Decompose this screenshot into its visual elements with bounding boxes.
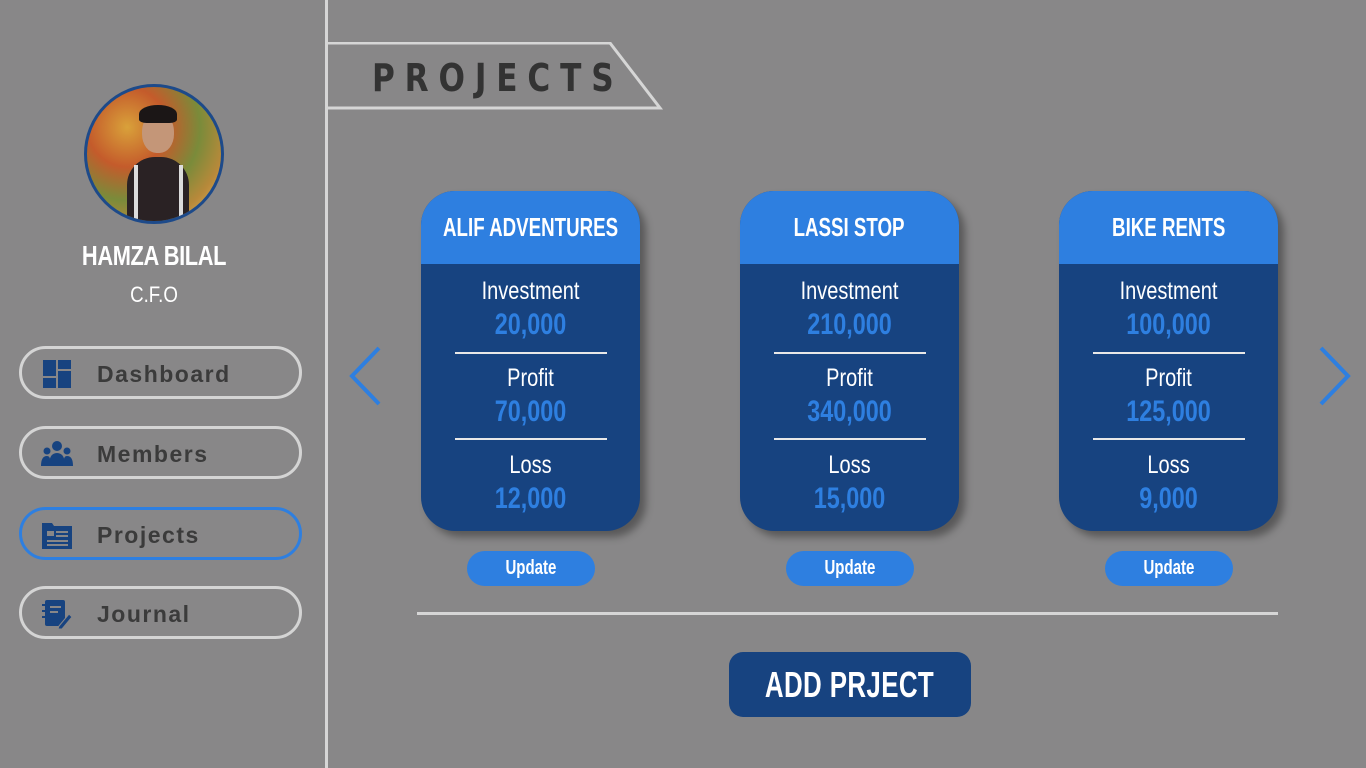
card-divider <box>774 438 926 440</box>
prev-arrow-icon[interactable] <box>348 345 382 407</box>
investment-label: Investment <box>800 277 899 305</box>
project-card: LASSI STOP Investment 210,000 Profit 340… <box>740 191 959 531</box>
next-arrow-icon[interactable] <box>1318 345 1352 407</box>
add-project-button[interactable]: ADD PRJECT <box>729 652 971 717</box>
sidebar-item-projects[interactable]: Projects <box>19 507 302 560</box>
update-button-label: Update <box>505 557 557 579</box>
update-button[interactable]: Update <box>786 551 914 586</box>
sidebar-item-members[interactable]: Members <box>19 426 302 479</box>
profit-label: Profit <box>507 364 554 392</box>
add-project-label: ADD PRJECT <box>765 663 935 705</box>
update-button[interactable]: Update <box>1105 551 1233 586</box>
sidebar-item-label: Members <box>97 441 209 467</box>
avatar-hair <box>139 105 177 123</box>
card-divider <box>455 438 607 440</box>
profit-label: Profit <box>826 364 873 392</box>
loss-value: 9,000 <box>1139 482 1198 515</box>
projects-icon <box>42 523 72 549</box>
loss-label: Loss <box>828 451 871 479</box>
investment-label: Investment <box>481 277 580 305</box>
sidebar-item-label: Journal <box>97 601 191 627</box>
profit-value: 70,000 <box>494 395 567 428</box>
card-divider <box>774 352 926 354</box>
avatar-strap <box>134 165 138 221</box>
card-divider <box>1093 438 1245 440</box>
project-card-header: LASSI STOP <box>740 191 959 264</box>
page-title: PROJECTS <box>372 56 624 100</box>
profit-label: Profit <box>1145 364 1192 392</box>
project-name: ALIF ADVENTURES <box>442 212 619 242</box>
sidebar-divider <box>325 0 328 768</box>
divider <box>417 612 1278 615</box>
project-card-header: ALIF ADVENTURES <box>421 191 640 264</box>
members-icon <box>41 441 73 466</box>
sidebar-item-label: Dashboard <box>97 361 231 387</box>
profit-value: 340,000 <box>807 395 892 428</box>
investment-value: 20,000 <box>494 308 567 341</box>
update-button[interactable]: Update <box>467 551 595 586</box>
investment-value: 210,000 <box>807 308 892 341</box>
dashboard-icon <box>43 360 71 388</box>
update-button-label: Update <box>1143 557 1195 579</box>
profit-value: 125,000 <box>1126 395 1211 428</box>
update-button-label: Update <box>824 557 876 579</box>
avatar-strap <box>179 165 183 221</box>
sidebar-item-journal[interactable]: Journal <box>19 586 302 639</box>
avatar <box>84 84 224 224</box>
loss-label: Loss <box>509 451 552 479</box>
sidebar-item-label: Projects <box>97 522 200 548</box>
user-name: HAMZA BILAL <box>81 240 227 271</box>
project-card: ALIF ADVENTURES Investment 20,000 Profit… <box>421 191 640 531</box>
card-divider <box>1093 352 1245 354</box>
journal-icon <box>42 600 73 630</box>
investment-value: 100,000 <box>1126 308 1211 341</box>
project-card-header: BIKE RENTS <box>1059 191 1278 264</box>
project-card: BIKE RENTS Investment 100,000 Profit 125… <box>1059 191 1278 531</box>
investment-label: Investment <box>1119 277 1218 305</box>
card-divider <box>455 352 607 354</box>
sidebar-item-dashboard[interactable]: Dashboard <box>19 346 302 399</box>
user-role: C.F.O <box>130 282 178 307</box>
loss-value: 12,000 <box>494 482 567 515</box>
project-name: BIKE RENTS <box>1111 212 1226 242</box>
loss-value: 15,000 <box>813 482 886 515</box>
loss-label: Loss <box>1147 451 1190 479</box>
project-name: LASSI STOP <box>794 212 905 242</box>
